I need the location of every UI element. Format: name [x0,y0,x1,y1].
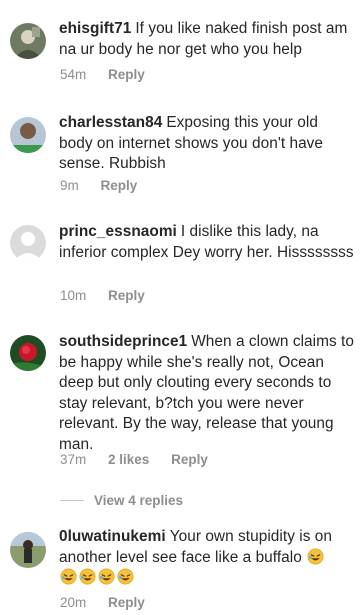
view-replies-label: View 4 replies [94,493,184,508]
view-replies-button[interactable]: View 4 replies [60,493,183,508]
comment-meta: 9m Reply [60,178,155,193]
comment-text: princ_essnaomi I dislike this lady, na in… [59,222,355,263]
comment-time: 54m [60,67,87,82]
comment-time: 20m [60,595,87,610]
comment-meta: 37m 2 likes Reply [60,452,226,467]
reply-button[interactable]: Reply [108,288,145,303]
comment-username[interactable]: charlesstan84 [59,114,162,131]
avatar[interactable] [10,23,46,59]
comment-username[interactable]: 0luwatinukemi [59,528,166,545]
comment-body: When a clown claims to be happy while sh… [59,333,354,453]
replies-divider-line [60,500,84,501]
comment-time: 9m [60,178,79,193]
reply-button[interactable]: Reply [108,595,145,610]
comment-username[interactable]: southsideprince1 [59,333,187,350]
comment-text: ehisgift71 If you like naked finish post … [59,19,355,60]
likes-count[interactable]: 2 likes [108,452,149,467]
comment-username[interactable]: princ_essnaomi [59,223,177,240]
reply-button[interactable]: Reply [171,452,208,467]
avatar[interactable] [10,225,46,261]
reply-button[interactable]: Reply [101,178,138,193]
comment-text: southsideprince1 When a clown claims to b… [59,332,355,455]
avatar[interactable] [10,335,46,371]
comment-text: 0luwatinukemi Your own stupidity is on an… [59,527,355,589]
emoji-laughing-icon [116,568,135,586]
emoji-laughing-icon [306,548,325,566]
reply-button[interactable]: Reply [108,67,145,82]
avatar[interactable] [10,117,46,153]
comment-time: 10m [60,288,87,303]
comment-username[interactable]: ehisgift71 [59,20,131,37]
comment-meta: 10m Reply [60,288,163,303]
comment-meta: 20m Reply [60,595,163,610]
emoji-laughing-icon [59,568,78,586]
emoji-laughing-icon [78,568,97,586]
comment-time: 37m [60,452,87,467]
comment-meta: 54m Reply [60,67,163,82]
comment-text: charlesstan84 Exposing this your old body… [59,113,355,175]
avatar[interactable] [10,532,46,568]
emoji-laughing-icon [97,568,116,586]
